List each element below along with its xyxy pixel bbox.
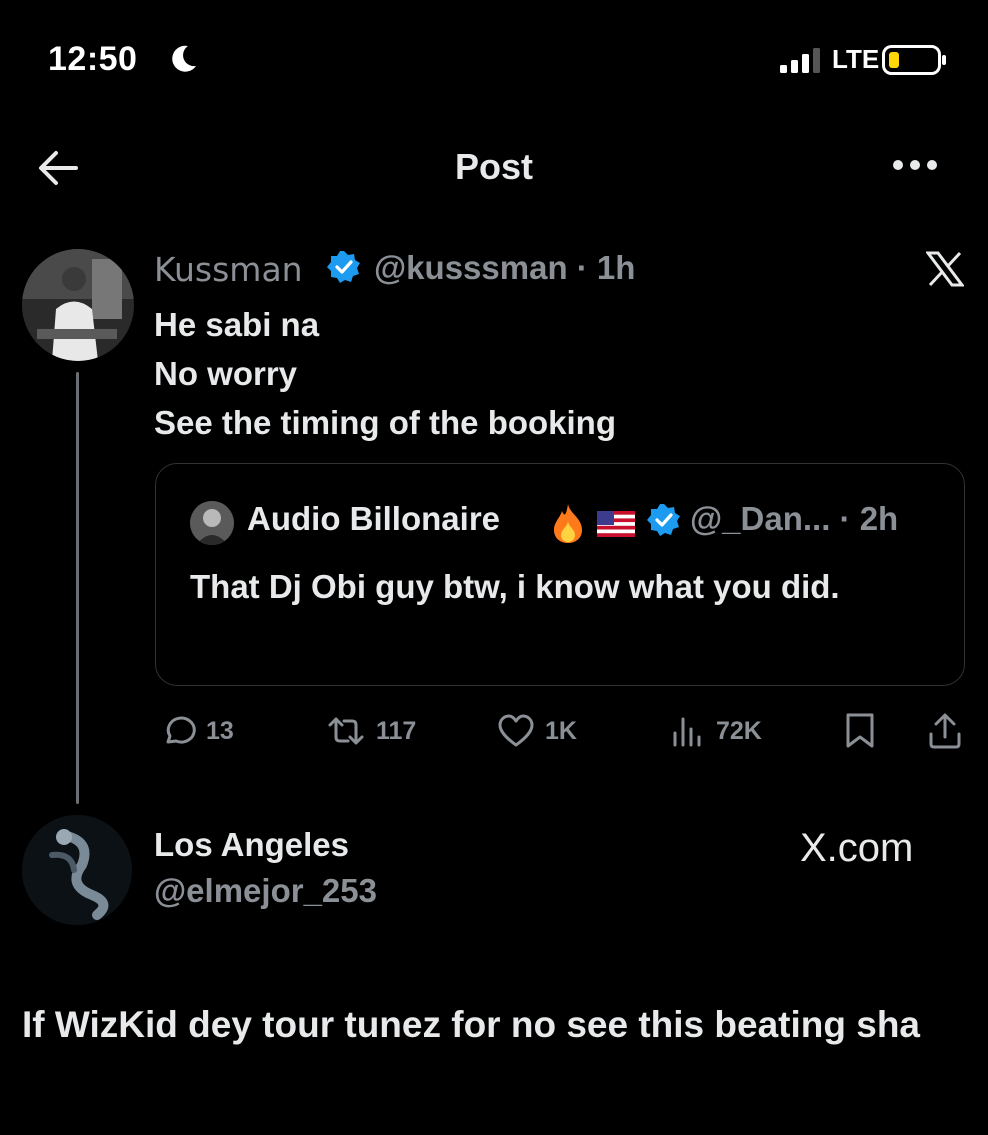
share-icon[interactable] bbox=[927, 712, 963, 750]
more-options-icon[interactable] bbox=[892, 158, 938, 172]
network-type: LTE bbox=[832, 44, 880, 74]
avatar[interactable] bbox=[22, 815, 132, 925]
battery-icon bbox=[882, 45, 946, 75]
us-flag-emoji-icon bbox=[597, 511, 635, 537]
fire-emoji-icon bbox=[554, 504, 582, 543]
bookmark-icon[interactable] bbox=[843, 712, 877, 750]
reply-body: If WizKid dey tour tunez for no see this… bbox=[22, 1004, 921, 1045]
verified-badge-icon bbox=[327, 251, 360, 283]
x-logo-icon bbox=[926, 251, 964, 287]
tweet-line: No worry bbox=[154, 355, 298, 392]
repost-icon bbox=[328, 717, 364, 745]
reply-icon bbox=[166, 716, 196, 744]
author-name[interactable]: Kussman bbox=[154, 250, 303, 289]
views-icon bbox=[673, 717, 701, 747]
avatar[interactable] bbox=[22, 249, 134, 361]
quoted-handle-time: @_Dan... · 2h bbox=[690, 500, 899, 537]
page-title: Post bbox=[454, 146, 533, 187]
views-button[interactable]: 72K bbox=[670, 713, 762, 749]
reply-handle: @elmejor_253 bbox=[154, 872, 377, 909]
reply-button[interactable]: 13 bbox=[160, 713, 234, 749]
verified-badge-icon bbox=[647, 504, 680, 536]
signal-icon bbox=[780, 48, 820, 73]
reply-count: 13 bbox=[206, 716, 234, 745]
moon-icon bbox=[172, 45, 196, 72]
tweet-line: See the timing of the booking bbox=[154, 404, 616, 441]
quoted-tweet-body: That Dj Obi guy btw, i know what you did… bbox=[190, 568, 840, 605]
handle-time: @kusssman · 1h bbox=[374, 249, 636, 286]
quoted-avatar bbox=[190, 501, 234, 545]
repost-button[interactable]: 117 bbox=[326, 713, 416, 749]
source-watermark: X.com bbox=[800, 826, 913, 871]
x-com-text: X.com bbox=[800, 826, 914, 870]
like-count: 1K bbox=[545, 716, 577, 745]
avatar-photo bbox=[22, 815, 132, 925]
reply-author-name[interactable]: Los Angeles bbox=[154, 826, 349, 864]
quoted-avatar-photo bbox=[190, 501, 234, 545]
thread-line bbox=[76, 372, 79, 804]
quoted-author-name: Audio Billonaire bbox=[247, 500, 501, 537]
avatar-photo bbox=[22, 249, 134, 361]
views-count: 72K bbox=[716, 716, 762, 745]
tweet-body: He sabi na No worry See the timing of th… bbox=[154, 300, 616, 447]
tweet-line: He sabi na bbox=[154, 306, 320, 343]
heart-icon bbox=[498, 714, 534, 747]
repost-count: 117 bbox=[376, 716, 417, 745]
like-button[interactable]: 1K bbox=[497, 713, 577, 749]
status-time: 12:50 bbox=[48, 40, 138, 78]
